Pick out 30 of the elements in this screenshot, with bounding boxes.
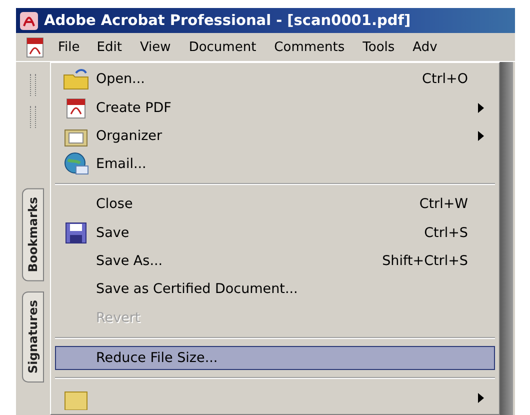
menu-bar-item[interactable]: Document xyxy=(180,36,266,58)
menu-bar-item[interactable]: View xyxy=(130,36,180,58)
menu-item[interactable]: Close Ctrl+W xyxy=(55,190,495,219)
shortcut-text: Shift+Ctrl+S xyxy=(382,253,468,270)
side-tab[interactable]: Bookmarks xyxy=(22,188,44,282)
shortcut-text: Ctrl+S xyxy=(424,224,468,241)
submenu-arrow-icon xyxy=(477,102,485,113)
submenu-arrow-icon xyxy=(477,392,485,403)
menu-bar-item[interactable]: Comments xyxy=(265,36,354,58)
menu-bar-item[interactable]: Adv xyxy=(404,36,446,58)
menu-item[interactable]: Save As... Shift+Ctrl+S xyxy=(55,246,495,276)
menu-item[interactable]: Email... xyxy=(55,150,495,178)
menu-bar-item[interactable]: Edit xyxy=(88,36,131,58)
menu-item[interactable]: Open... Ctrl+O xyxy=(55,65,495,94)
window-title: Adobe Acrobat Professional - [scan0001.pdf] xyxy=(44,12,411,28)
toolbar-grip[interactable] xyxy=(30,106,36,128)
toolbar-grip[interactable] xyxy=(30,74,36,96)
menu-bar-item[interactable]: File xyxy=(50,36,88,58)
menu-bar-item[interactable]: Tools xyxy=(354,36,404,58)
globe-icon xyxy=(62,152,90,176)
menu-item[interactable]: Save as Certified Document... xyxy=(55,275,495,304)
shortcut-text: Ctrl+W xyxy=(419,196,468,212)
menu-item[interactable]: Create PDF xyxy=(55,93,495,122)
side-tab[interactable]: Signatures xyxy=(22,291,44,383)
menu-item[interactable]: Reduce File Size... xyxy=(55,346,495,370)
app-logo-icon xyxy=(20,12,38,30)
menu-item[interactable]: Save Ctrl+S xyxy=(55,218,495,247)
submenu-arrow-icon xyxy=(477,130,485,141)
shortcut-text: Ctrl+O xyxy=(422,71,468,88)
menu-item[interactable]: Organizer xyxy=(55,122,495,150)
